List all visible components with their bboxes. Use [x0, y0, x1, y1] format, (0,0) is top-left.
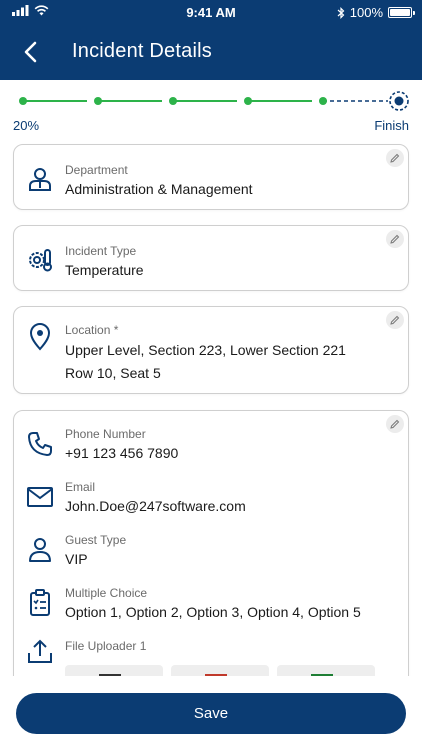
guest-type-value: VIP: [65, 551, 88, 567]
email-value: John.Doe@247software.com: [65, 498, 246, 514]
edit-contact-button[interactable]: [386, 415, 404, 433]
multiple-choice-value: Option 1, Option 2, Option 3, Option 4, …: [65, 604, 361, 620]
status-bar: 9:41 AM 100%: [0, 0, 422, 24]
progress-percent: 20%: [13, 118, 40, 133]
page-title: Incident Details: [72, 40, 212, 62]
app-header: 9:41 AM 100% Incident Details: [0, 0, 422, 80]
chevron-left-icon: [24, 41, 37, 63]
battery-percent: 100%: [349, 5, 383, 20]
location-card[interactable]: Location * Upper Level, Section 223, Low…: [13, 306, 409, 394]
pencil-icon: [390, 234, 400, 244]
department-value: Administration & Management: [65, 181, 253, 197]
multiple-choice-label: Multiple Choice: [65, 586, 148, 600]
pencil-icon: [390, 419, 400, 429]
step-dot: [19, 97, 27, 105]
checklist-clipboard-icon: [25, 588, 55, 618]
current-step-dot: [394, 96, 404, 106]
gear-thermometer-icon: [25, 245, 55, 275]
edit-department-button[interactable]: [386, 149, 404, 167]
step-dot: [319, 97, 327, 105]
edit-incident-type-button[interactable]: [386, 230, 404, 248]
department-person-icon: [25, 164, 55, 194]
incident-type-card[interactable]: Incident Type Temperature: [13, 225, 409, 291]
edit-location-button[interactable]: [386, 311, 404, 329]
bluetooth-icon: [337, 6, 345, 19]
contact-details-card[interactable]: Phone Number +91 123 456 7890 Email John…: [13, 410, 409, 710]
phone-label: Phone Number: [65, 427, 146, 441]
save-button[interactable]: Save: [16, 693, 406, 734]
status-right: 100%: [337, 5, 415, 20]
nav-bar: Incident Details: [0, 28, 422, 76]
battery-icon: [388, 7, 415, 18]
pencil-icon: [390, 315, 400, 325]
step-dot: [244, 97, 252, 105]
incident-type-value: Temperature: [65, 262, 144, 278]
step-dot: [169, 97, 177, 105]
pencil-icon: [390, 153, 400, 163]
location-label: Location *: [65, 323, 119, 337]
step-dot: [94, 97, 102, 105]
back-button[interactable]: [14, 36, 46, 68]
department-card[interactable]: Department Administration & Management: [13, 144, 409, 210]
progress-track: [19, 91, 409, 111]
upload-icon: [25, 636, 55, 666]
user-icon: [25, 535, 55, 565]
department-label: Department: [65, 163, 128, 177]
file-uploader-label: File Uploader 1: [65, 639, 147, 653]
phone-icon: [25, 429, 55, 459]
phone-value: +91 123 456 7890: [65, 445, 179, 461]
progress-finish-label: Finish: [374, 118, 409, 133]
location-line1: Upper Level, Section 223, Lower Section …: [65, 342, 346, 358]
location-line2: Row 10, Seat 5: [65, 365, 161, 381]
mail-icon: [25, 482, 55, 512]
email-label: Email: [65, 480, 96, 494]
location-pin-icon: [25, 322, 55, 352]
progress-stepper: 20% Finish: [0, 88, 422, 138]
incident-type-label: Incident Type: [65, 244, 137, 258]
guest-type-label: Guest Type: [65, 533, 127, 547]
